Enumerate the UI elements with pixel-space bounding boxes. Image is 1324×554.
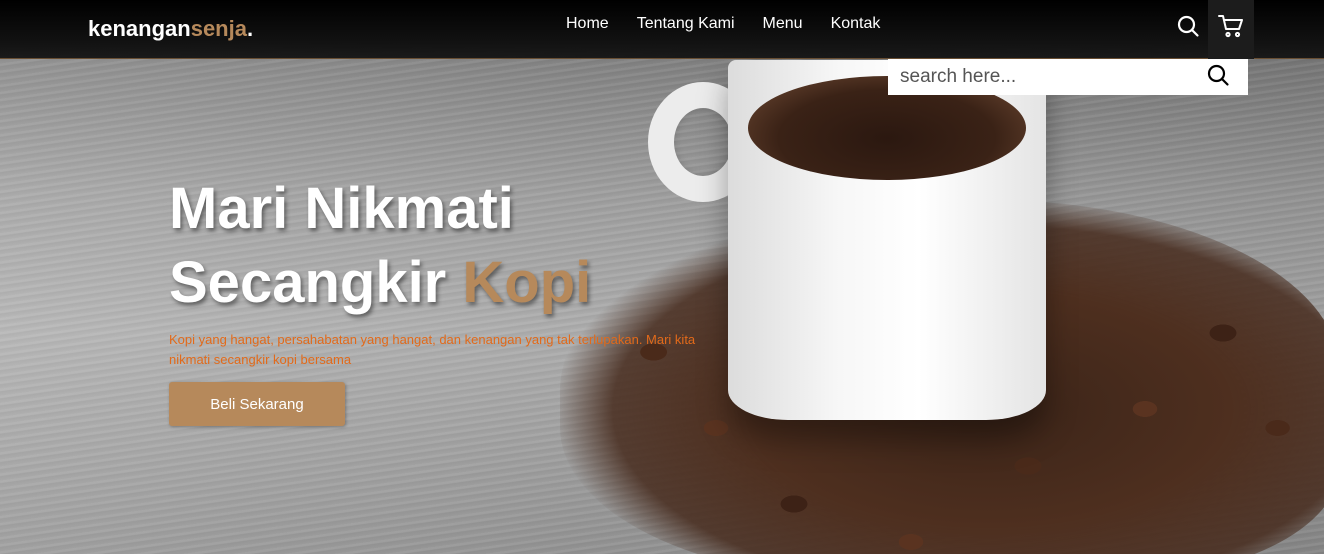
nav-link-home[interactable]: Home (566, 15, 609, 33)
logo-dot: . (246, 16, 254, 41)
navbar: kenangansenja. Home Tentang Kami Menu Ko… (0, 0, 1324, 59)
buy-now-button[interactable]: Beli Sekarang (169, 382, 345, 426)
logo-accent: senja (190, 16, 247, 41)
headline-line1: Mari Nikmati (169, 176, 514, 241)
hero-tagline: Kopi yang hangat, persahabatan yang hang… (169, 332, 696, 367)
headline-line2: Secangkir (169, 250, 463, 315)
search-icon (1207, 64, 1229, 86)
hero-content: Mari Nikmati Secangkir Kopi Kopi yang ha… (169, 172, 739, 426)
search-form (888, 59, 1248, 95)
search-toggle-button[interactable] (1168, 0, 1208, 59)
nav-icons (1168, 0, 1254, 59)
cart-button[interactable] (1208, 0, 1254, 59)
nav-links: Home Tentang Kami Menu Kontak (566, 15, 908, 33)
logo-main: kenangan (88, 16, 191, 41)
search-submit-button[interactable] (1206, 63, 1232, 89)
search-icon (1177, 15, 1199, 37)
nav-link-menu[interactable]: Menu (763, 15, 803, 33)
search-input[interactable] (888, 59, 1188, 95)
headline-accent: Kopi (462, 250, 592, 315)
hero-headline: Mari Nikmati Secangkir Kopi (169, 172, 739, 320)
cart-icon (1218, 15, 1243, 38)
logo[interactable]: kenangansenja. (88, 16, 253, 42)
nav-link-contact[interactable]: Kontak (831, 15, 881, 33)
nav-link-about[interactable]: Tentang Kami (637, 15, 735, 33)
